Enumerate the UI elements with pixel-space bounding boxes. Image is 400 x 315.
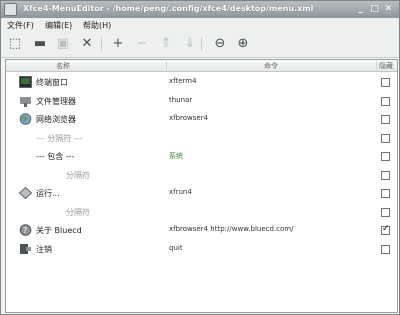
menu-row[interactable]: 分隔符 <box>6 166 397 184</box>
add-icon[interactable]: + <box>109 35 127 53</box>
hidden-checkbox[interactable] <box>381 152 390 161</box>
check-icon: ✓ <box>382 224 390 234</box>
menu-row-name: --- 包含 --- <box>36 152 75 161</box>
app-icon[interactable] <box>4 3 17 16</box>
open-icon[interactable]: ▬ <box>31 35 49 53</box>
close-icon[interactable]: ✕ <box>78 35 96 53</box>
column-header-hidden[interactable]: 隐藏 <box>379 61 393 71</box>
menu-row-name: 分隔符 <box>66 170 90 180</box>
remove-icon[interactable]: − <box>133 35 151 53</box>
column-header-name[interactable]: 名称 <box>56 61 70 71</box>
menu-row[interactable]: 文件管理器 thunar <box>6 92 397 110</box>
toolbar-separator <box>201 37 202 51</box>
menu-row[interactable]: 运行... xfrun4 <box>6 184 397 202</box>
header-divider <box>376 61 377 70</box>
menu-row-command: xfbrowser4 http://www.bluecd.com/ <box>169 225 294 233</box>
menu-file[interactable]: 文件(F) <box>7 20 34 31</box>
save-icon[interactable]: ▣ <box>54 35 72 53</box>
hidden-checkbox[interactable] <box>381 207 390 217</box>
menu-row[interactable]: 终端窗口 xfterm4 <box>6 73 397 91</box>
svg-text:?: ? <box>23 226 27 235</box>
hidden-checkbox[interactable] <box>381 115 390 124</box>
run-icon <box>18 186 33 200</box>
menu-row[interactable]: --- 包含 --- 系统 <box>6 147 397 165</box>
zoom-out-icon[interactable]: ⊖ <box>211 35 229 53</box>
move-down-icon[interactable]: ⇓ <box>181 35 199 53</box>
minimize-button[interactable]: _ <box>355 4 366 15</box>
maximize-button[interactable]: □ <box>369 4 380 15</box>
menu-row[interactable]: ? 关于 Bluecd xfbrowser4 http://www.bluecd.c… <box>6 221 397 239</box>
quit-icon <box>19 243 32 255</box>
menu-row-command: quit <box>169 243 183 252</box>
menu-row-name: 文件管理器 <box>36 96 76 106</box>
menu-row[interactable]: --- 分隔符 --- <box>6 129 397 147</box>
move-up-icon[interactable]: ⇑ <box>157 35 175 53</box>
hidden-checkbox[interactable] <box>381 133 390 143</box>
hidden-checkbox[interactable] <box>381 170 390 180</box>
menu-row[interactable]: 注销 quit <box>6 240 397 258</box>
menu-row[interactable]: 分隔符 <box>6 203 397 221</box>
menu-row-name: --- 分隔符 --- <box>36 133 83 143</box>
window-title: Xfce4-MenuEditor - /home/peng/.config/xf… <box>23 4 314 13</box>
header-divider <box>166 61 167 70</box>
help-icon: ? <box>19 224 32 236</box>
column-header-row: 名称 命令 隐藏 <box>6 60 397 72</box>
hidden-checkbox[interactable] <box>381 96 390 106</box>
close-window-button[interactable]: ✕ <box>383 4 394 15</box>
menu-row-name: 关于 Bluecd <box>36 226 82 235</box>
menu-edit[interactable]: 编辑(E) <box>45 20 72 31</box>
new-icon[interactable]: ⬚ <box>6 35 24 53</box>
menu-help[interactable]: 帮助(H) <box>83 20 111 31</box>
toolbar: ⬚ ▬ ▣ ✕ + − ⇑ ⇓ ⊖ ⊕ <box>1 31 399 58</box>
hidden-checkbox[interactable]: ✓ <box>381 224 390 235</box>
menu-row-command: xfrun4 <box>169 188 192 196</box>
menu-bar: 文件(F) 编辑(E) 帮助(H) <box>1 18 399 31</box>
menu-row[interactable]: 网络浏览器 xfbrowser4 <box>6 110 397 128</box>
menu-row-command: xfterm4 <box>169 77 197 85</box>
menu-row-name: 网络浏览器 <box>36 115 76 124</box>
menu-row-command: xfbrowser4 <box>169 114 209 122</box>
menu-row-command: 系统 <box>169 152 183 160</box>
menu-row-command: thunar <box>169 95 193 104</box>
browser-icon <box>19 113 32 125</box>
menu-row-name: 运行... <box>36 189 60 198</box>
toolbar-separator <box>101 37 102 51</box>
menu-row-name: 终端窗口 <box>36 78 68 87</box>
hidden-checkbox[interactable] <box>381 78 390 87</box>
hidden-checkbox[interactable] <box>381 244 390 254</box>
hidden-checkbox[interactable] <box>381 189 390 198</box>
menu-row-name: 分隔符 <box>66 207 90 217</box>
menu-row-name: 注销 <box>36 244 52 254</box>
zoom-in-icon[interactable]: ⊕ <box>234 35 252 53</box>
terminal-icon <box>19 76 32 88</box>
file-manager-icon <box>19 95 32 107</box>
title-bar[interactable]: Xfce4-MenuEditor - /home/peng/.config/xf… <box>1 1 399 18</box>
column-header-command[interactable]: 命令 <box>264 61 278 71</box>
menu-tree[interactable]: 名称 命令 隐藏 终端窗口 xfterm4 文件管理器 thunar 网络浏览器 xfbr… <box>5 59 398 313</box>
app-window: Xfce4-MenuEditor - /home/peng/.config/xf… <box>0 0 400 315</box>
